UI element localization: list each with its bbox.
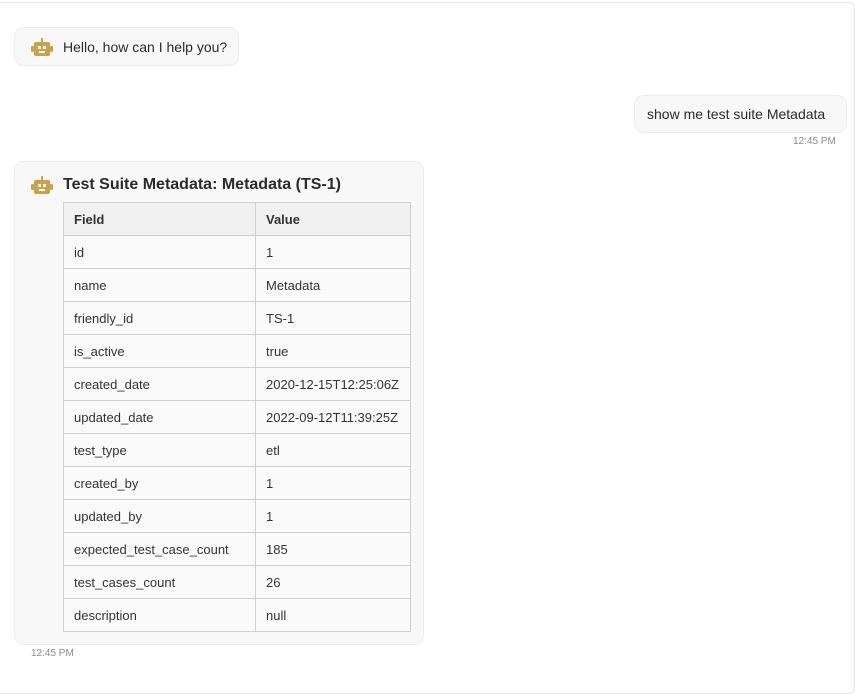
user-message-text: show me test suite Metadata bbox=[647, 106, 826, 122]
table-row: description null bbox=[63, 598, 411, 632]
table-cell-value: etl bbox=[255, 433, 411, 467]
table-cell-value: null bbox=[255, 598, 411, 632]
table-row: is_active true bbox=[63, 334, 411, 368]
table-cell-field: id bbox=[63, 235, 256, 269]
table-cell-field: updated_by bbox=[63, 499, 256, 533]
table-row: test_cases_count 26 bbox=[63, 565, 411, 599]
table-cell-field: is_active bbox=[63, 334, 256, 368]
table-row: updated_date 2022-09-12T11:39:25Z bbox=[63, 400, 411, 434]
table-cell-field: created_date bbox=[63, 367, 256, 401]
table-cell-value: 185 bbox=[255, 532, 411, 566]
user-message: show me test suite Metadata bbox=[634, 95, 847, 133]
table-cell-value: 2022-09-12T11:39:25Z bbox=[255, 400, 411, 434]
table-row: friendly_id TS-1 bbox=[63, 301, 411, 335]
table-cell-field: description bbox=[63, 598, 256, 632]
bot-message-timestamp: 12:45 PM bbox=[31, 648, 74, 659]
table-cell-value: 2020-12-15T12:25:06Z bbox=[255, 367, 411, 401]
metadata-table: Field Value id 1 name Metadata friendly_id TS… bbox=[63, 202, 411, 632]
user-message-timestamp: 12:45 PM bbox=[793, 136, 836, 147]
table-cell-field: test_cases_count bbox=[63, 565, 256, 599]
table-row: created_by 1 bbox=[63, 466, 411, 500]
table-cell-value: 1 bbox=[255, 235, 411, 269]
table-row: created_date 2020-12-15T12:25:06Z bbox=[63, 367, 411, 401]
table-cell-field: friendly_id bbox=[63, 301, 256, 335]
table-cell-field: expected_test_case_count bbox=[63, 532, 256, 566]
bot-message-greeting: Hello, how can I help you? bbox=[14, 27, 239, 66]
robot-icon bbox=[31, 38, 53, 56]
table-row: updated_by 1 bbox=[63, 499, 411, 533]
table-header-row: Field Value bbox=[63, 202, 411, 236]
table-cell-value: true bbox=[255, 334, 411, 368]
table-row: expected_test_case_count 185 bbox=[63, 532, 411, 566]
header-value: Value bbox=[255, 202, 411, 236]
bot-message-table: Test Suite Metadata: Metadata (TS-1) Fie… bbox=[14, 161, 424, 645]
table-title: Test Suite Metadata: Metadata (TS-1) bbox=[63, 176, 341, 193]
table-row: name Metadata bbox=[63, 268, 411, 302]
table-cell-value: 1 bbox=[255, 499, 411, 533]
greeting-text: Hello, how can I help you? bbox=[63, 39, 228, 55]
table-cell-value: 1 bbox=[255, 466, 411, 500]
table-cell-field: test_type bbox=[63, 433, 256, 467]
table-cell-field: created_by bbox=[63, 466, 256, 500]
table-row: test_type etl bbox=[63, 433, 411, 467]
header-field: Field bbox=[63, 202, 256, 236]
table-row: id 1 bbox=[63, 235, 411, 269]
robot-icon bbox=[31, 176, 53, 194]
table-cell-field: name bbox=[63, 268, 256, 302]
table-cell-field: updated_date bbox=[63, 400, 256, 434]
table-cell-value: TS-1 bbox=[255, 301, 411, 335]
table-cell-value: Metadata bbox=[255, 268, 411, 302]
table-cell-value: 26 bbox=[255, 565, 411, 599]
